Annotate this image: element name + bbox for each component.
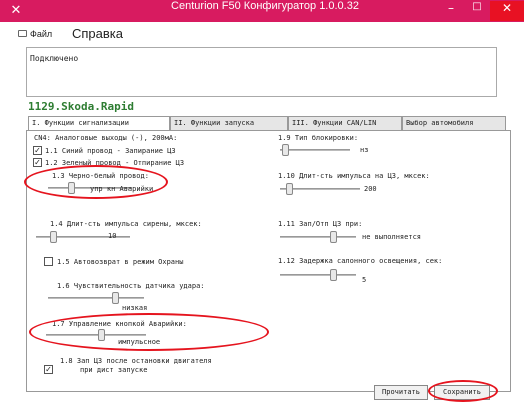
value-1-11: не выполняется <box>362 233 422 241</box>
label-1-8-line2: при дист запуске <box>80 366 148 374</box>
read-button[interactable]: Прочитать <box>374 385 428 400</box>
slider-1-11-track[interactable] <box>280 236 356 238</box>
slider-1-12-thumb[interactable] <box>330 269 337 281</box>
label-1-4: 1.4 Длит-сть импульса сирены, мксек: <box>50 220 202 228</box>
value-1-10: 200 <box>364 185 377 193</box>
slider-1-6-thumb[interactable] <box>112 292 119 304</box>
label-1-11: 1.11 Зап/Отп ЦЗ при: <box>278 220 363 228</box>
tab-car-selection[interactable]: Выбор автомобиля <box>402 116 506 130</box>
minimize-button[interactable]: – <box>438 1 464 21</box>
tab-alarm-functions[interactable]: I. Функции сигнализации <box>28 116 170 131</box>
tab-start-functions[interactable]: II. Функции запуска <box>170 116 288 130</box>
slider-1-11-thumb[interactable] <box>330 231 337 243</box>
label-1-12: 1.12 Задержка салонного освещения, сек: <box>278 257 443 265</box>
group-title: CN4: Аналоговые выходы (-), 200мА: <box>34 134 178 142</box>
tab-can-lin-functions[interactable]: III. Функции CAN/LIN <box>288 116 402 130</box>
status-log: Подключено <box>26 47 497 97</box>
menu-file[interactable]: Файл <box>30 29 52 39</box>
config-name: 1129.Skoda.Rapid <box>28 100 134 113</box>
highlight-ellipse-save <box>428 380 498 402</box>
checkbox-1-1[interactable]: ✓ <box>33 146 42 155</box>
label-1-10: 1.10 Длит-сть импульса на ЦЗ, мксек: <box>278 172 430 180</box>
maximize-button[interactable]: □ <box>464 1 490 21</box>
value-1-9: нз <box>360 146 369 154</box>
highlight-ellipse-1-7 <box>29 313 269 351</box>
slider-1-9-track[interactable] <box>280 149 350 151</box>
window-title: Centurion F50 Конфигуратор 1.0.0.32 <box>171 0 359 12</box>
checkbox-1-8[interactable]: ✓ <box>44 365 53 374</box>
label-1-1: 1.1 Синий провод - Запирание ЦЗ <box>45 147 176 155</box>
value-1-12: 5 <box>362 276 367 284</box>
slider-1-10-thumb[interactable] <box>286 183 293 195</box>
label-1-8: 1.8 Зап ЦЗ после остановки двигателя <box>60 357 212 365</box>
label-1-5: 1.5 Автовозврат в режим Охраны <box>57 258 184 266</box>
file-menu-icon <box>18 30 27 37</box>
value-1-6: низкая <box>122 304 148 312</box>
slider-1-4-thumb[interactable] <box>50 231 57 243</box>
label-1-6: 1.6 Чувствительность датчика удара: <box>57 282 205 290</box>
checkbox-1-2[interactable]: ✓ <box>33 158 42 167</box>
label-1-9: 1.9 Тип блокировки: <box>278 134 359 142</box>
app-logo-icon: ✕ <box>10 3 22 18</box>
slider-1-6-track[interactable] <box>48 297 144 299</box>
value-1-4: 10 <box>108 232 117 240</box>
highlight-ellipse-1-3 <box>24 165 168 199</box>
close-button[interactable]: ✕ <box>490 1 524 21</box>
menu-help[interactable]: Справка <box>72 26 123 41</box>
slider-1-9-thumb[interactable] <box>282 144 289 156</box>
slider-1-12-track[interactable] <box>280 274 356 276</box>
checkbox-1-5[interactable] <box>44 257 53 266</box>
